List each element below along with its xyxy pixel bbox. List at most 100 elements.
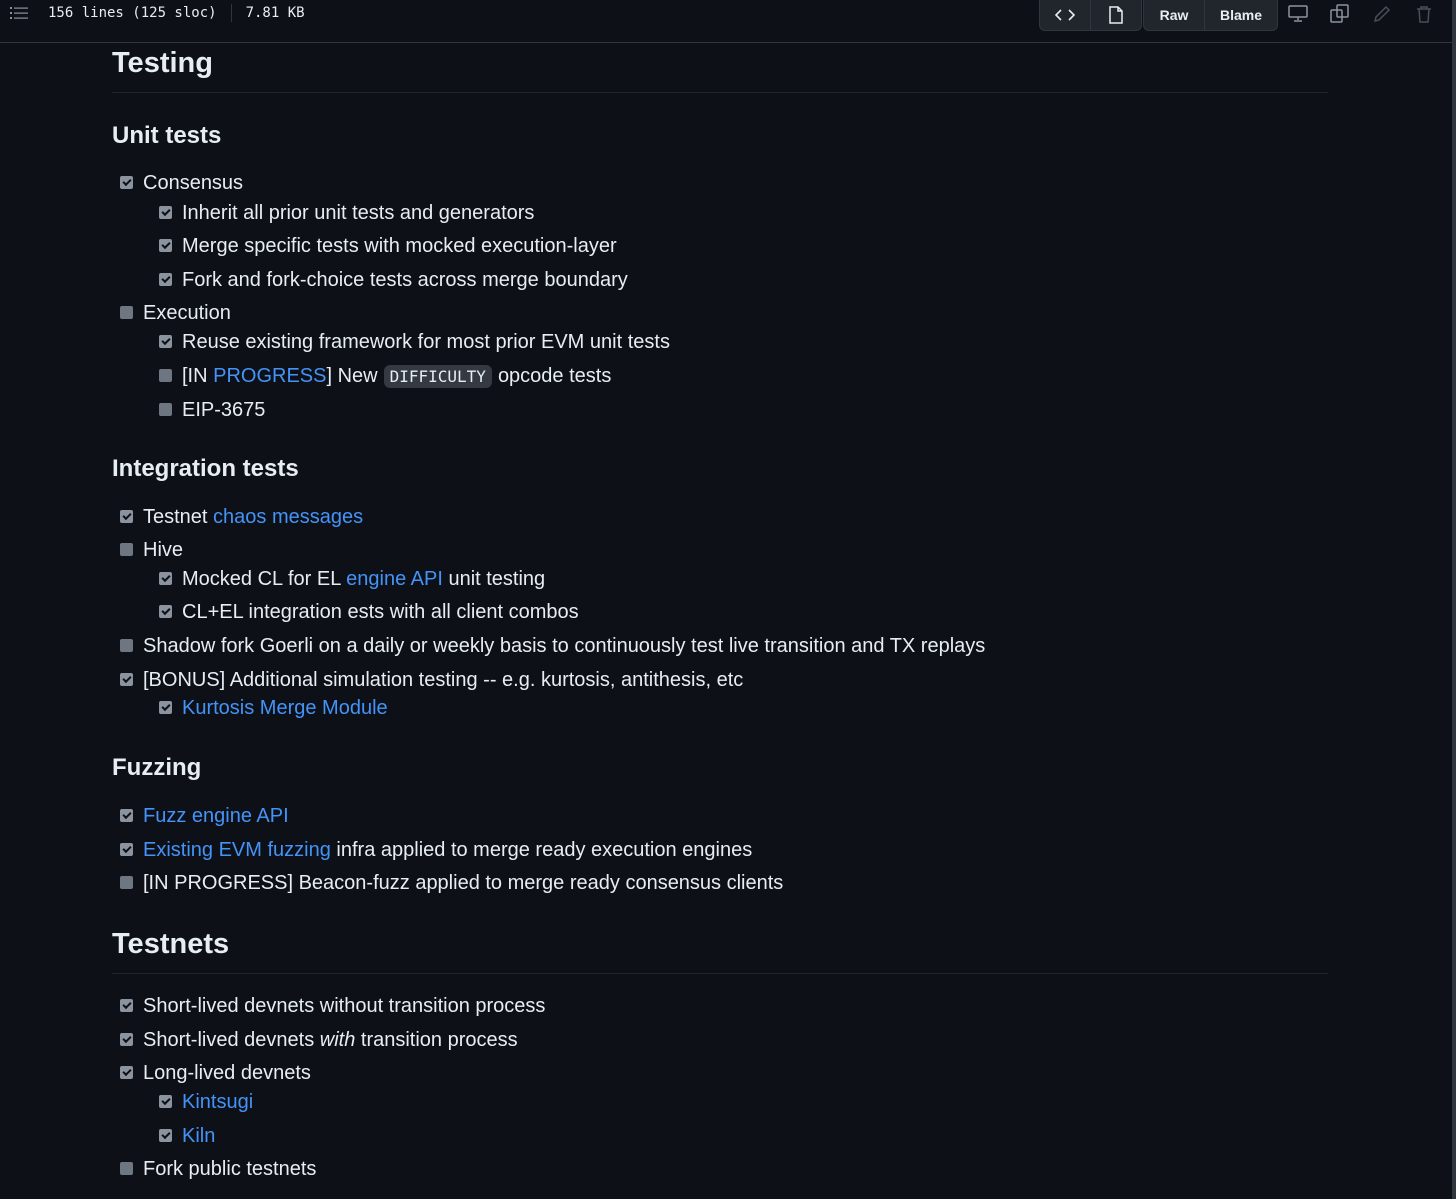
view-toggle (1039, 0, 1142, 31)
raw-blame-group: Raw Blame (1143, 0, 1278, 31)
task-label: Reuse existing framework for most prior … (182, 331, 670, 353)
task-label: Shadow fork Goerli on a daily or weekly … (143, 635, 986, 657)
task-consensus: Consensus (120, 172, 243, 195)
task-item: Fork public testnets (120, 1158, 316, 1181)
pencil-icon[interactable] (1370, 2, 1394, 26)
task-label: Fork and fork-choice tests across merge … (182, 269, 628, 291)
checkbox-checked[interactable] (159, 239, 172, 252)
task-item: Existing EVM fuzzing infra applied to me… (120, 839, 752, 862)
fuzz-engine-api-link[interactable]: Fuzz engine API (143, 805, 289, 828)
task-item: Merge specific tests with mocked executi… (159, 235, 617, 258)
checkbox-unchecked[interactable] (159, 369, 172, 382)
code-icon (1055, 9, 1075, 21)
code-view-button[interactable] (1040, 0, 1090, 30)
checkbox-unchecked[interactable] (120, 639, 133, 652)
checkbox-checked[interactable] (159, 572, 172, 585)
task-label: Inherit all prior unit tests and generat… (182, 202, 535, 224)
heading-fuzzing: Fuzzing (112, 754, 202, 781)
scrollbar[interactable] (1452, 0, 1456, 1199)
task-label: Fork public testnets (143, 1158, 317, 1180)
task-item: EIP-3675 (159, 399, 265, 422)
checkbox-unchecked[interactable] (159, 403, 172, 416)
task-item: Short-lived devnets without transition p… (120, 995, 545, 1018)
task-label: [IN PROGRESS] New DIFFICULTY opcode tests (182, 365, 611, 388)
task-label: Mocked CL for EL engine API unit testing (182, 568, 545, 591)
checkbox-checked[interactable] (120, 1033, 133, 1046)
task-label: Long-lived devnets (143, 1062, 311, 1084)
task-item: [BONUS] Additional simulation testing --… (120, 669, 743, 692)
checkbox-checked[interactable] (120, 809, 133, 822)
checkbox-checked[interactable] (159, 335, 172, 348)
task-item: Testnet chaos messages (120, 506, 363, 529)
task-label: Short-lived devnets without transition p… (143, 995, 546, 1017)
task-item: [IN PROGRESS] New DIFFICULTY opcode tests (159, 365, 611, 388)
heading-integration-tests: Integration tests (112, 455, 299, 482)
checkbox-checked[interactable] (159, 1129, 172, 1142)
task-item: Kintsugi (159, 1091, 253, 1114)
text-fragment: opcode tests (497, 365, 612, 387)
task-label: Short-lived devnets with transition proc… (143, 1029, 518, 1052)
task-label: Execution (143, 302, 231, 324)
task-label: EIP-3675 (182, 399, 266, 421)
divider (230, 4, 232, 22)
text-fragment: ] New (326, 365, 378, 387)
evm-fuzzing-link[interactable]: Existing EVM fuzzing (143, 839, 331, 861)
checkbox-checked[interactable] (159, 206, 172, 219)
kintsugi-link[interactable]: Kintsugi (182, 1091, 253, 1114)
text-fragment: Short-lived devnets (143, 1029, 320, 1051)
file-meta: 156 lines (125 sloc) 7.81 KB (48, 4, 305, 22)
text-fragment: transition process (355, 1029, 518, 1051)
task-label: CL+EL integration ests with all client c… (182, 601, 579, 623)
desktop-icon[interactable] (1286, 2, 1310, 26)
heading-unit-tests: Unit tests (112, 122, 222, 149)
task-label: Existing EVM fuzzing infra applied to me… (143, 839, 752, 862)
file-icon (1109, 6, 1123, 24)
heading-testing: Testing (112, 47, 1328, 93)
kiln-link[interactable]: Kiln (182, 1125, 215, 1148)
checkbox-checked[interactable] (159, 1095, 172, 1108)
task-label: Consensus (143, 172, 244, 194)
task-label: Testnet chaos messages (143, 506, 363, 529)
checkbox-checked[interactable] (159, 605, 172, 618)
checkbox-checked[interactable] (120, 999, 133, 1012)
inline-code: DIFFICULTY (383, 365, 492, 388)
task-label: [BONUS] Additional simulation testing --… (143, 669, 744, 691)
task-item: Fork and fork-choice tests across merge … (159, 269, 628, 292)
heading-testnets: Testnets (112, 928, 1328, 974)
raw-button[interactable]: Raw (1144, 0, 1204, 30)
task-execution: Execution (120, 302, 231, 325)
text-fragment: Mocked CL for EL (182, 568, 347, 590)
checkbox-unchecked[interactable] (120, 1162, 133, 1175)
line-count: 156 lines (125 sloc) (48, 5, 217, 21)
checkbox-checked[interactable] (120, 1066, 133, 1079)
task-item: Inherit all prior unit tests and generat… (159, 202, 534, 225)
preview-button[interactable] (1090, 0, 1141, 30)
task-item: Hive (120, 539, 183, 562)
task-item: Kurtosis Merge Module (159, 697, 388, 720)
task-item: Short-lived devnets with transition proc… (120, 1029, 518, 1052)
kurtosis-merge-module-link[interactable]: Kurtosis Merge Module (182, 697, 388, 720)
task-label: Merge specific tests with mocked executi… (182, 235, 617, 257)
task-item: CL+EL integration ests with all client c… (159, 601, 579, 624)
checkbox-unchecked[interactable] (120, 543, 133, 556)
copy-icon[interactable] (1328, 2, 1352, 26)
checkbox-unchecked[interactable] (120, 306, 133, 319)
engine-api-link[interactable]: engine API (346, 568, 443, 590)
task-item: Kiln (159, 1125, 215, 1148)
progress-link[interactable]: PROGRESS (213, 365, 326, 387)
blame-button[interactable]: Blame (1204, 0, 1277, 30)
checkbox-unchecked[interactable] (120, 876, 133, 889)
trash-icon[interactable] (1412, 2, 1436, 26)
file-toolbar: 156 lines (125 sloc) 7.81 KB Raw Blame (0, 0, 1452, 43)
checkbox-checked[interactable] (159, 273, 172, 286)
task-item: Long-lived devnets (120, 1062, 311, 1085)
text-fragment: unit testing (442, 568, 546, 590)
checkbox-checked[interactable] (159, 701, 172, 714)
checkbox-checked[interactable] (120, 843, 133, 856)
list-icon[interactable] (10, 5, 28, 21)
task-item: Mocked CL for EL engine API unit testing (159, 568, 545, 591)
checkbox-checked[interactable] (120, 673, 133, 686)
checkbox-checked[interactable] (120, 176, 133, 189)
checkbox-checked[interactable] (120, 510, 133, 523)
chaos-messages-link[interactable]: chaos messages (213, 506, 363, 528)
